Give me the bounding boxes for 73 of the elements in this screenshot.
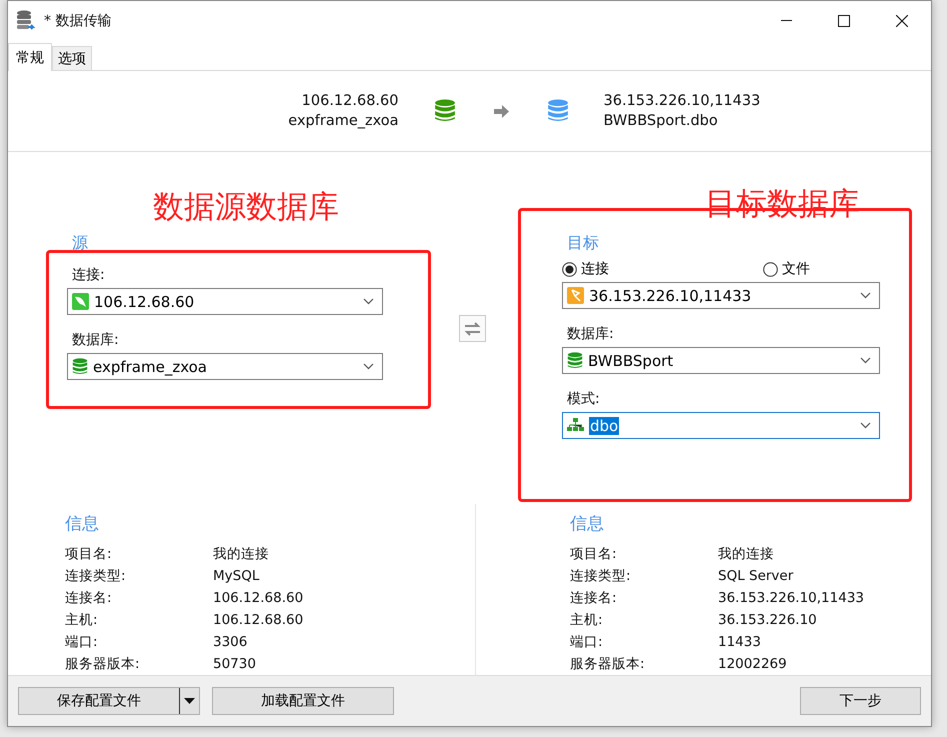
info-value: 106.12.68.60 [213, 590, 304, 606]
field-label: 数据库: [72, 331, 120, 349]
section-title: 信息 [65, 513, 100, 535]
load-config-button[interactable]: 加载配置文件 [212, 687, 394, 715]
field-label: 数据库: [567, 325, 615, 343]
info-label: 连接名: [65, 589, 113, 607]
minimize-icon [780, 20, 792, 22]
database-icon [567, 352, 583, 369]
field-label: 模式: [567, 390, 601, 408]
close-icon [896, 15, 908, 27]
connection-dropdown[interactable]: 36.153.226.10,11433 [562, 282, 880, 309]
info-label: 项目名: [65, 545, 113, 563]
info-label: 主机: [65, 611, 99, 629]
section-title: 信息 [570, 513, 605, 535]
caret-icon [860, 422, 871, 429]
section-title: 源 [72, 233, 89, 254]
info-label: 连接类型: [65, 567, 127, 585]
caret-icon [184, 698, 195, 704]
info-value: 11433 [718, 634, 762, 650]
info-label: 端口: [65, 633, 99, 651]
save-split-button[interactable]: 保存配置文件 [18, 687, 200, 715]
caret-icon [860, 357, 871, 364]
info-label: 项目名: [570, 545, 618, 563]
radio-option[interactable]: 文件 [763, 260, 810, 278]
info-value: 12002269 [718, 656, 788, 672]
database-icon [72, 358, 88, 375]
radio-icon [763, 262, 778, 276]
database-dropdown[interactable]: BWBBSport [562, 347, 880, 374]
radio-icon [562, 262, 577, 276]
radio-option[interactable]: 连接 [562, 260, 609, 278]
info-value: SQL Server [718, 568, 794, 584]
info-value: 3306 [213, 634, 248, 650]
info-label: 主机: [570, 611, 604, 629]
database-icon [434, 99, 456, 123]
caret-icon [860, 292, 871, 299]
info-label: 服务器版本: [65, 655, 141, 673]
info-label: 连接类型: [570, 567, 632, 585]
info-value: 我的连接 [213, 545, 270, 563]
source-host: 106.12.68.60 [302, 93, 398, 109]
tab[interactable]: 常规 [8, 43, 52, 71]
field-label: 连接: [72, 266, 106, 284]
target-host: 36.153.226.10,11433 [604, 93, 760, 109]
server-icon [567, 287, 584, 304]
swap-button[interactable] [459, 315, 486, 342]
maximize-icon [838, 15, 850, 27]
next-button[interactable]: 下一步 [800, 687, 921, 715]
window-title: * 数据传输 [44, 12, 112, 30]
source-database: expframe_zxoa [288, 113, 398, 129]
database-transfer-icon [16, 10, 36, 32]
target-database: BWBBSport.dbo [604, 113, 718, 129]
swap-arrows-icon [464, 322, 481, 336]
info-value: 50730 [213, 656, 257, 672]
arrow-icon [494, 104, 508, 118]
schema-icon [567, 418, 584, 433]
info-label: 服务器版本: [570, 655, 646, 673]
info-value: MySQL [213, 568, 260, 584]
info-label: 端口: [570, 633, 604, 651]
dolphin-icon [72, 293, 89, 310]
connection-dropdown[interactable]: 106.12.68.60 [67, 288, 383, 315]
caret-icon [363, 298, 374, 305]
info-label: 连接名: [570, 589, 618, 607]
info-value: 36.153.226.10 [718, 612, 818, 628]
database-icon [546, 99, 568, 123]
database-dropdown[interactable]: expframe_zxoa [67, 353, 383, 380]
info-value: 106.12.68.60 [213, 612, 304, 628]
annotation-text: 数据源数据库 [153, 188, 339, 227]
tab[interactable]: 选项 [52, 46, 92, 70]
schema-dropdown[interactable]: dbo [562, 412, 880, 439]
section-title: 目标 [567, 233, 600, 254]
info-value: 36.153.226.10,11433 [718, 590, 866, 606]
save-config-button[interactable]: 保存配置文件 [19, 688, 180, 714]
caret-icon [363, 363, 374, 370]
info-value: 我的连接 [718, 545, 775, 563]
